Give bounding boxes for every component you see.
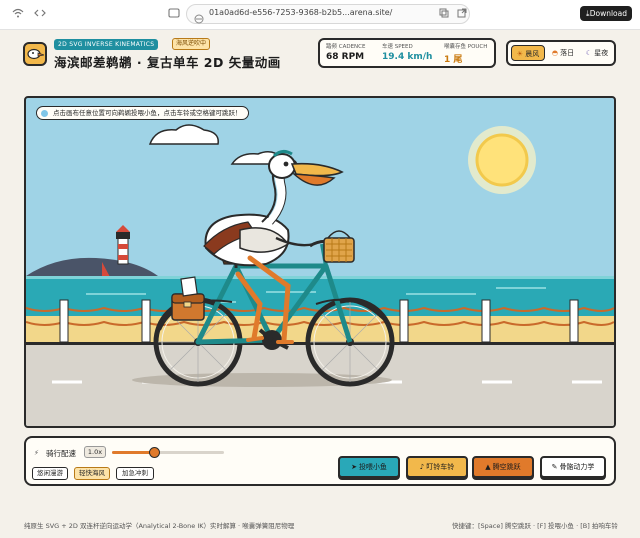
pace-value: 1.0x <box>84 446 106 458</box>
browser-toolbar: 01a0ad6d-e556-7253-9368-b2b5...arena.sit… <box>0 0 640 30</box>
copy-icon[interactable] <box>436 8 452 22</box>
weather-label: 星夜 <box>594 49 609 57</box>
download-button[interactable]: ⤓ Download <box>580 6 632 21</box>
status-badge: 海风逆吹中 <box>172 38 211 50</box>
road-edge <box>26 342 614 345</box>
stats-panel: 踏频 CADENCE 68 RPM 车速 SPEED 19.4 km/h 喉囊存… <box>318 38 496 68</box>
info-icon <box>41 110 48 117</box>
weather-label: 落日 <box>560 49 575 57</box>
control-panel: ⚡ 骑行配速 1.0x 悠闲漫游 轻快海风 加急冲刺 ➤ 投喂小鱼 ♪ 叮铃车铃 ▲… <box>24 436 616 486</box>
cloud <box>148 124 219 145</box>
pelican-logo-icon <box>23 42 47 66</box>
footer-tech-note: 纯原生 SVG + 2D 双连杆逆向运动学（Analytical 2-Bone … <box>24 522 295 530</box>
island <box>26 257 158 276</box>
scene-svg[interactable] <box>26 98 614 426</box>
front-basket <box>323 230 355 263</box>
preset-sprint-button[interactable]: 加急冲刺 <box>116 467 154 480</box>
pace-label: 骑行配速 <box>46 449 76 458</box>
preset-leisure-button[interactable]: 悠闲漫游 <box>32 467 68 480</box>
code-icon[interactable] <box>32 8 48 22</box>
stat-label: 车速 SPEED <box>382 44 413 50</box>
weather-label: 晨风 <box>525 50 540 58</box>
action-label: 投喂小鱼 <box>358 463 387 471</box>
action-label: 腾空跳跃 <box>492 463 521 471</box>
ring-bell-button[interactable]: ♪ 叮铃车铃 <box>406 456 468 478</box>
stat-label: 踏频 CADENCE <box>326 44 366 50</box>
hint-text: 点击画布任意位置可向鹈鹕投喂小鱼，点击车铃或空格键可跳跃！ <box>53 109 242 117</box>
pelican-head <box>268 153 296 179</box>
wifi-icon[interactable] <box>10 8 26 22</box>
stat-label: 喉囊存鱼 POUCH <box>444 44 488 50</box>
lighthouse <box>117 237 129 265</box>
action-label: 叮铃车铃 <box>426 463 455 471</box>
jump-icon: ▲ <box>485 463 491 471</box>
animation-canvas[interactable]: 点击画布任意位置可向鹈鹕投喂小鱼，点击车铃或空格键可跳跃！ <box>24 96 616 428</box>
address-bar[interactable]: 01a0ad6d-e556-7253-9368-b2b5...arena.sit… <box>186 4 470 24</box>
stat-value: 68 RPM <box>326 52 365 62</box>
open-external-icon[interactable] <box>454 8 470 22</box>
weather-switcher: ☀ 晨风 ◓ 落日 ☾ 星夜 <box>506 40 616 66</box>
footer-shortcuts: 快捷键：[Space] 腾空跳跃 · [F] 投喂小鱼 · [B] 拍响车铃 <box>452 522 618 530</box>
pace-icon: ⚡ <box>34 449 39 457</box>
feed-fish-button[interactable]: ➤ 投喂小鱼 <box>338 456 400 478</box>
sun-icon: ☀ <box>516 50 524 58</box>
beach <box>26 316 614 342</box>
stat-speed: 车速 SPEED 19.4 km/h <box>382 42 432 62</box>
site-info-icon[interactable] <box>194 9 204 28</box>
lighthouse-roof <box>116 225 130 232</box>
stat-pouch: 喉囊存鱼 POUCH 1 尾 <box>444 42 487 65</box>
kinematics-tag: 2D SVG INVERSE KINEMATICS <box>54 39 159 50</box>
moon-icon: ☾ <box>585 49 593 57</box>
download-label: Download <box>589 9 627 18</box>
sunset-icon: ◓ <box>551 49 558 57</box>
stat-cadence: 踏频 CADENCE 68 RPM <box>326 42 366 62</box>
preset-breeze-button[interactable]: 轻快海风 <box>74 467 110 480</box>
sun <box>475 133 529 187</box>
lighthouse-stripe <box>118 244 128 249</box>
fish-icon: ➤ <box>351 463 357 471</box>
bone-icon: ✎ <box>551 463 558 471</box>
url-text: 01a0ad6d-e556-7253-9368-b2b5...arena.sit… <box>209 8 393 17</box>
weather-morning-button[interactable]: ☀ 晨风 <box>511 45 545 61</box>
bone-dynamics-button[interactable]: ✎ 骨骼动力学 <box>540 456 606 478</box>
weather-sunset-button[interactable]: ◓ 落日 <box>547 45 579 61</box>
action-label: 骨骼动力学 <box>559 463 595 471</box>
download-icon: ⤓ <box>586 9 590 18</box>
app-header: 2D SVG INVERSE KINEMATICS 海风逆吹中 海滨邮差鹈鹕 ·… <box>22 38 616 78</box>
stat-value: 19.4 km/h <box>382 52 433 62</box>
bell-icon: ♪ <box>419 463 425 471</box>
jump-button[interactable]: ▲ 腾空跳跃 <box>472 456 534 478</box>
canvas-hint: 点击画布任意位置可向鹈鹕投喂小鱼，点击车铃或空格键可跳跃！ <box>36 106 249 120</box>
lighthouse-lamp <box>116 232 130 239</box>
pace-slider[interactable] <box>112 447 224 458</box>
weather-night-button[interactable]: ☾ 星夜 <box>581 45 613 61</box>
tab-icon[interactable] <box>166 8 182 22</box>
stat-value: 1 尾 <box>444 55 463 65</box>
lighthouse-stripe <box>118 255 128 260</box>
page-title: 海滨邮差鹈鹕 · 复古单车 2D 矢量动画 <box>54 55 281 70</box>
pace-slider-handle[interactable] <box>149 447 161 458</box>
